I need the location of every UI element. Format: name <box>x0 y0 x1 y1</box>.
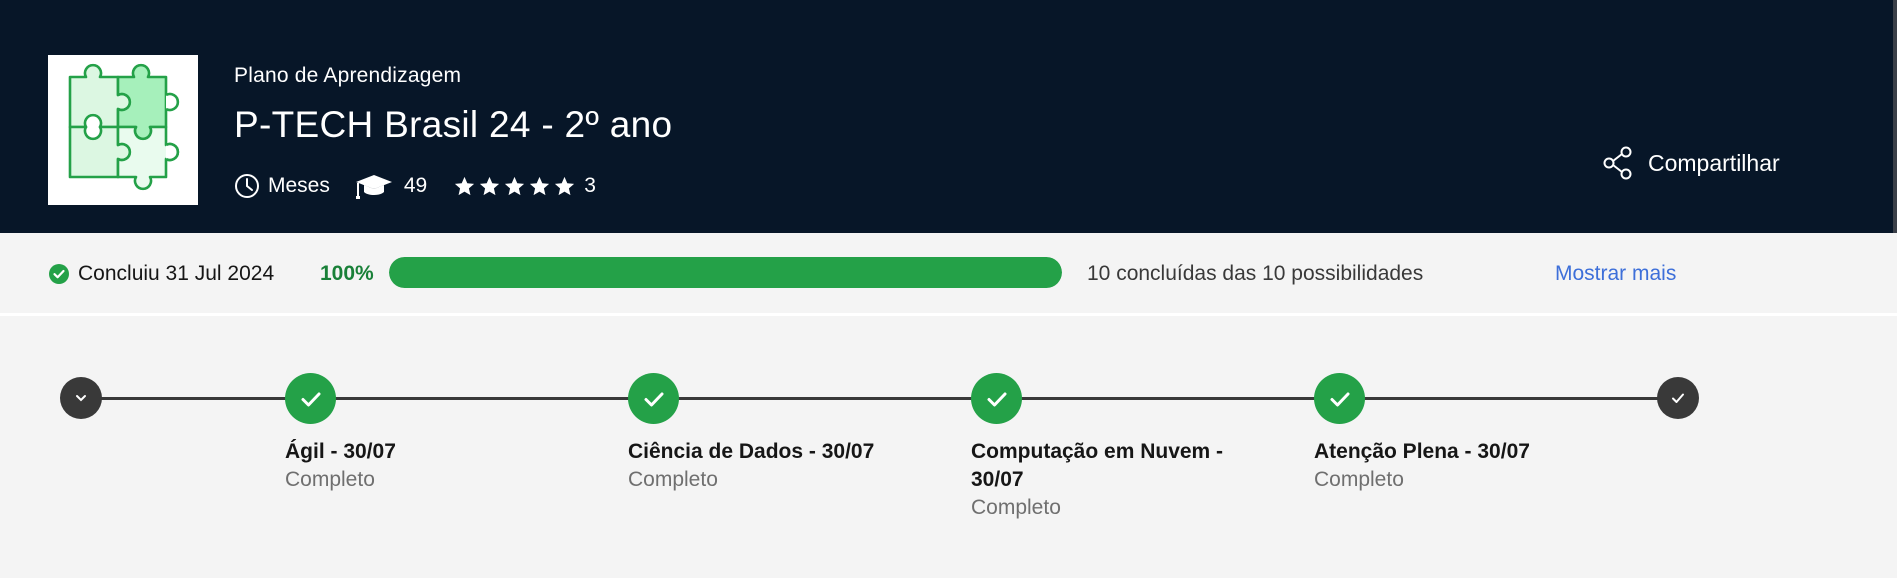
show-more-link[interactable]: Mostrar mais <box>1555 261 1676 287</box>
checkmark-icon <box>644 392 663 406</box>
share-icon <box>1603 146 1632 180</box>
timeline-end-node <box>1657 377 1699 419</box>
checkmark-icon <box>987 392 1006 406</box>
progress-percent: 100% <box>320 262 374 285</box>
check-circle-icon <box>49 264 69 284</box>
rating-meta: 3 <box>453 174 596 198</box>
checkmark-icon <box>1672 393 1684 403</box>
checkmark-icon <box>1330 392 1349 406</box>
completion-date: Concluiu 31 Jul 2024 <box>78 262 275 285</box>
checkmark-icon <box>301 392 320 406</box>
share-button[interactable]: Compartilhar <box>1602 146 1780 180</box>
star-icon <box>480 176 500 195</box>
step-status: Completo <box>285 468 375 491</box>
completion-progress: Concluiu 31 Jul 2024 100% 10 concluídas … <box>0 233 1897 316</box>
plan-type-label: Plano de Aprendizagem <box>234 64 462 87</box>
timeline-step: Computação em Nuvem - 30/07 Completo <box>971 438 1231 522</box>
enrolled-count: 49 <box>403 174 428 197</box>
rating-count: 3 <box>584 174 596 197</box>
duration-label: Meses <box>268 174 330 197</box>
timeline-step: Ágil - 30/07 Completo <box>285 438 545 494</box>
timeline-step-node[interactable] <box>971 373 1022 424</box>
progress-bar-fill <box>389 257 1062 288</box>
timeline-start-node[interactable] <box>60 377 102 419</box>
timeline-step: Ciência de Dados - 30/07 Completo <box>628 438 888 494</box>
share-label: Compartilhar <box>1648 149 1780 176</box>
plan-logo <box>48 55 198 205</box>
learning-plan-header: Plano de Aprendizagem P-TECH Brasil 24 -… <box>0 0 1897 233</box>
step-title[interactable]: Ágil - 30/07 <box>285 438 545 466</box>
step-status: Completo <box>971 496 1061 519</box>
star-icon <box>455 176 475 195</box>
star-icon <box>505 176 525 195</box>
step-status: Completo <box>1314 468 1404 491</box>
completion-counts: 10 concluídas das 10 possibilidades <box>1087 262 1424 285</box>
clock-icon <box>235 174 259 198</box>
plan-timeline: Ágil - 30/07 Completo Ciência de Dados -… <box>0 316 1897 578</box>
chevron-down-icon <box>76 395 86 402</box>
step-title[interactable]: Ciência de Dados - 30/07 <box>628 438 888 466</box>
step-status: Completo <box>628 468 718 491</box>
page-title: P-TECH Brasil 24 - 2º ano <box>234 104 673 145</box>
timeline-step-node[interactable] <box>628 373 679 424</box>
enrolled-meta: 49 <box>354 172 427 200</box>
rating-stars <box>453 175 576 198</box>
duration-meta: Meses <box>234 173 330 199</box>
timeline-step-node[interactable] <box>1314 373 1365 424</box>
star-icon <box>555 176 575 195</box>
timeline-step: Atenção Plena - 30/07 Completo <box>1314 438 1574 494</box>
progress-bar <box>389 257 1062 288</box>
completion-status: Concluiu 31 Jul 2024 <box>48 261 274 287</box>
bottom-divider <box>0 578 1897 586</box>
step-title[interactable]: Computação em Nuvem - 30/07 <box>971 438 1231 494</box>
timeline-step-node[interactable] <box>285 373 336 424</box>
graduation-cap-icon <box>355 175 392 199</box>
star-icon <box>530 176 550 195</box>
plan-meta: Meses 49 3 <box>234 170 596 202</box>
puzzle-pieces-icon <box>68 63 180 191</box>
step-title[interactable]: Atenção Plena - 30/07 <box>1314 438 1574 466</box>
